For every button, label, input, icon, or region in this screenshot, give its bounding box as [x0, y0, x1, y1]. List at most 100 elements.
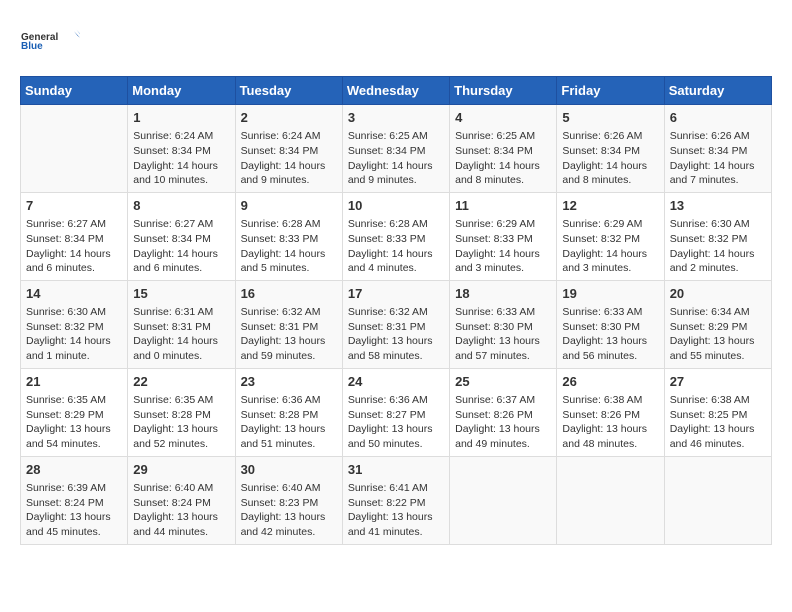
day-content: Sunrise: 6:33 AM Sunset: 8:30 PM Dayligh…: [562, 305, 658, 364]
day-number: 7: [26, 197, 122, 215]
calendar-cell: 19 Sunrise: 6:33 AM Sunset: 8:30 PM Dayli…: [557, 280, 664, 368]
day-number: 25: [455, 373, 551, 391]
calendar-cell: 8Sunrise: 6:27 AM Sunset: 8:34 PM Daylig…: [128, 192, 235, 280]
calendar-cell: [664, 456, 771, 544]
day-number: 21: [26, 373, 122, 391]
day-content: Sunrise: 6:32 AM Sunset: 8:31 PM Dayligh…: [348, 305, 444, 364]
calendar-cell: 15 Sunrise: 6:31 AM Sunset: 8:31 PM Dayli…: [128, 280, 235, 368]
weekday-header-monday: Monday: [128, 77, 235, 105]
day-number: 5: [562, 109, 658, 127]
calendar-cell: [450, 456, 557, 544]
weekday-header-tuesday: Tuesday: [235, 77, 342, 105]
calendar-cell: 10Sunrise: 6:28 AM Sunset: 8:33 PM Dayli…: [342, 192, 449, 280]
day-number: 11: [455, 197, 551, 215]
calendar-cell: 2 Sunrise: 6:24 AM Sunset: 8:34 PM Daylig…: [235, 105, 342, 193]
day-content: Sunrise: 6:35 AM Sunset: 8:28 PM Dayligh…: [133, 393, 229, 452]
day-number: 14: [26, 285, 122, 303]
calendar-cell: 28Sunrise: 6:39 AM Sunset: 8:24 PM Dayli…: [21, 456, 128, 544]
day-number: 8: [133, 197, 229, 215]
day-number: 23: [241, 373, 337, 391]
day-number: 17: [348, 285, 444, 303]
day-content: Sunrise: 6:38 AM Sunset: 8:26 PM Dayligh…: [562, 393, 658, 452]
calendar-cell: 12Sunrise: 6:29 AM Sunset: 8:32 PM Dayli…: [557, 192, 664, 280]
calendar-cell: 6 Sunrise: 6:26 AM Sunset: 8:34 PM Daylig…: [664, 105, 771, 193]
weekday-header-wednesday: Wednesday: [342, 77, 449, 105]
day-content: Sunrise: 6:40 AM Sunset: 8:23 PM Dayligh…: [241, 481, 337, 540]
calendar-cell: 25 Sunrise: 6:37 AM Sunset: 8:26 PM Dayli…: [450, 368, 557, 456]
day-content: Sunrise: 6:37 AM Sunset: 8:26 PM Dayligh…: [455, 393, 551, 452]
day-number: 2: [241, 109, 337, 127]
day-content: Sunrise: 6:30 AM Sunset: 8:32 PM Dayligh…: [26, 305, 122, 364]
day-number: 26: [562, 373, 658, 391]
day-number: 18: [455, 285, 551, 303]
day-content: Sunrise: 6:33 AM Sunset: 8:30 PM Dayligh…: [455, 305, 551, 364]
calendar-cell: 31Sunrise: 6:41 AM Sunset: 8:22 PM Dayli…: [342, 456, 449, 544]
weekday-header-row: SundayMondayTuesdayWednesdayThursdayFrid…: [21, 77, 772, 105]
day-content: Sunrise: 6:24 AM Sunset: 8:34 PM Dayligh…: [133, 129, 229, 188]
calendar-cell: 4 Sunrise: 6:25 AM Sunset: 8:34 PM Daylig…: [450, 105, 557, 193]
day-number: 13: [670, 197, 766, 215]
day-number: 29: [133, 461, 229, 479]
day-number: 16: [241, 285, 337, 303]
day-content: Sunrise: 6:38 AM Sunset: 8:25 PM Dayligh…: [670, 393, 766, 452]
day-number: 30: [241, 461, 337, 479]
day-content: Sunrise: 6:25 AM Sunset: 8:34 PM Dayligh…: [455, 129, 551, 188]
calendar-cell: 11 Sunrise: 6:29 AM Sunset: 8:33 PM Dayli…: [450, 192, 557, 280]
calendar-cell: 22 Sunrise: 6:35 AM Sunset: 8:28 PM Dayli…: [128, 368, 235, 456]
day-content: Sunrise: 6:36 AM Sunset: 8:28 PM Dayligh…: [241, 393, 337, 452]
calendar-cell: 3 Sunrise: 6:25 AM Sunset: 8:34 PM Daylig…: [342, 105, 449, 193]
day-content: Sunrise: 6:34 AM Sunset: 8:29 PM Dayligh…: [670, 305, 766, 364]
day-content: Sunrise: 6:40 AM Sunset: 8:24 PM Dayligh…: [133, 481, 229, 540]
calendar-cell: 21 Sunrise: 6:35 AM Sunset: 8:29 PM Dayli…: [21, 368, 128, 456]
calendar-table: SundayMondayTuesdayWednesdayThursdayFrid…: [20, 76, 772, 545]
weekday-header-sunday: Sunday: [21, 77, 128, 105]
day-content: Sunrise: 6:35 AM Sunset: 8:29 PM Dayligh…: [26, 393, 122, 452]
calendar-cell: 13Sunrise: 6:30 AM Sunset: 8:32 PM Dayli…: [664, 192, 771, 280]
calendar-cell: 1 Sunrise: 6:24 AM Sunset: 8:34 PM Daylig…: [128, 105, 235, 193]
page-header: General Blue: [20, 20, 772, 60]
day-number: 4: [455, 109, 551, 127]
day-content: Sunrise: 6:26 AM Sunset: 8:34 PM Dayligh…: [670, 129, 766, 188]
weekday-header-thursday: Thursday: [450, 77, 557, 105]
calendar-week-4: 21 Sunrise: 6:35 AM Sunset: 8:29 PM Dayli…: [21, 368, 772, 456]
day-content: Sunrise: 6:24 AM Sunset: 8:34 PM Dayligh…: [241, 129, 337, 188]
calendar-cell: 16Sunrise: 6:32 AM Sunset: 8:31 PM Dayli…: [235, 280, 342, 368]
weekday-header-friday: Friday: [557, 77, 664, 105]
day-number: 20: [670, 285, 766, 303]
day-number: 12: [562, 197, 658, 215]
day-number: 9: [241, 197, 337, 215]
day-number: 6: [670, 109, 766, 127]
day-number: 24: [348, 373, 444, 391]
calendar-week-5: 28Sunrise: 6:39 AM Sunset: 8:24 PM Dayli…: [21, 456, 772, 544]
day-number: 31: [348, 461, 444, 479]
calendar-cell: 30 Sunrise: 6:40 AM Sunset: 8:23 PM Dayli…: [235, 456, 342, 544]
calendar-week-3: 14 Sunrise: 6:30 AM Sunset: 8:32 PM Dayli…: [21, 280, 772, 368]
calendar-cell: 27 Sunrise: 6:38 AM Sunset: 8:25 PM Dayli…: [664, 368, 771, 456]
day-number: 1: [133, 109, 229, 127]
day-content: Sunrise: 6:25 AM Sunset: 8:34 PM Dayligh…: [348, 129, 444, 188]
day-content: Sunrise: 6:27 AM Sunset: 8:34 PM Dayligh…: [26, 217, 122, 276]
day-number: 27: [670, 373, 766, 391]
calendar-cell: 20 Sunrise: 6:34 AM Sunset: 8:29 PM Dayli…: [664, 280, 771, 368]
day-number: 10: [348, 197, 444, 215]
calendar-cell: 9 Sunrise: 6:28 AM Sunset: 8:33 PM Daylig…: [235, 192, 342, 280]
day-number: 19: [562, 285, 658, 303]
day-number: 3: [348, 109, 444, 127]
day-content: Sunrise: 6:28 AM Sunset: 8:33 PM Dayligh…: [241, 217, 337, 276]
calendar-cell: [21, 105, 128, 193]
logo-svg: General Blue: [20, 20, 80, 60]
day-number: 15: [133, 285, 229, 303]
day-content: Sunrise: 6:36 AM Sunset: 8:27 PM Dayligh…: [348, 393, 444, 452]
weekday-header-saturday: Saturday: [664, 77, 771, 105]
calendar-cell: 7 Sunrise: 6:27 AM Sunset: 8:34 PM Daylig…: [21, 192, 128, 280]
day-content: Sunrise: 6:29 AM Sunset: 8:33 PM Dayligh…: [455, 217, 551, 276]
calendar-cell: 23 Sunrise: 6:36 AM Sunset: 8:28 PM Dayli…: [235, 368, 342, 456]
day-number: 22: [133, 373, 229, 391]
calendar-cell: 5 Sunrise: 6:26 AM Sunset: 8:34 PM Daylig…: [557, 105, 664, 193]
day-content: Sunrise: 6:31 AM Sunset: 8:31 PM Dayligh…: [133, 305, 229, 364]
calendar-cell: 17 Sunrise: 6:32 AM Sunset: 8:31 PM Dayli…: [342, 280, 449, 368]
calendar-cell: 18 Sunrise: 6:33 AM Sunset: 8:30 PM Dayli…: [450, 280, 557, 368]
calendar-week-1: 1 Sunrise: 6:24 AM Sunset: 8:34 PM Daylig…: [21, 105, 772, 193]
day-content: Sunrise: 6:26 AM Sunset: 8:34 PM Dayligh…: [562, 129, 658, 188]
svg-text:Blue: Blue: [21, 41, 43, 52]
